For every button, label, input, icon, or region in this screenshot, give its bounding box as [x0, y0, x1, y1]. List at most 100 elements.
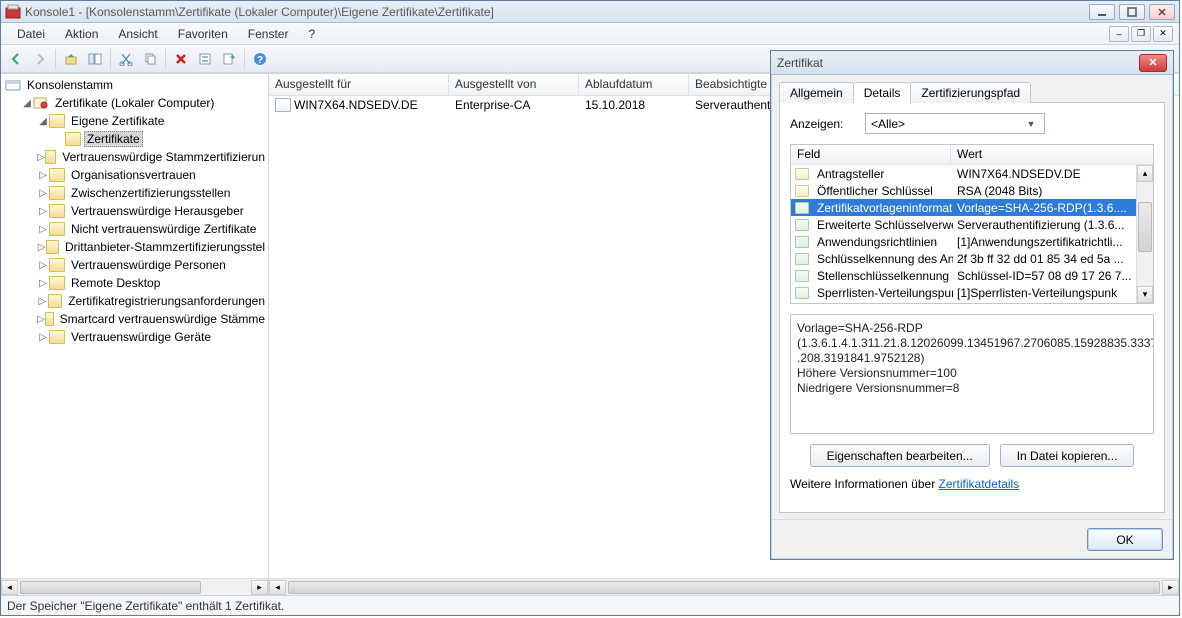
tree-own-certs[interactable]: ◢ Eigene Zertifikate — [37, 112, 268, 130]
tree-cert-root[interactable]: ◢ Zertifikate (Lokaler Computer) — [21, 94, 268, 112]
expand-icon[interactable]: ▷ — [37, 296, 48, 307]
dialog-button-row: Eigenschaften bearbeiten... In Datei kop… — [790, 444, 1154, 467]
mdi-close-button[interactable]: ✕ — [1153, 26, 1173, 42]
mdi-restore-button[interactable]: ❐ — [1131, 26, 1151, 42]
expand-icon[interactable]: ▷ — [37, 314, 45, 325]
show-select[interactable]: <Alle> ▼ — [865, 113, 1045, 134]
menu-ansicht[interactable]: Ansicht — [108, 25, 167, 43]
field-row[interactable]: Erweiterte Schlüsselverwen...Serverauthe… — [791, 216, 1153, 233]
collapse-icon[interactable]: ◢ — [37, 116, 49, 127]
col-wert[interactable]: Wert — [951, 145, 1153, 164]
tree-folder[interactable]: ▷Smartcard vertrauenswürdige Stämme — [37, 310, 268, 328]
scroll-thumb[interactable] — [20, 581, 201, 594]
expand-icon[interactable]: ▷ — [37, 170, 49, 181]
minimize-button[interactable] — [1089, 4, 1115, 20]
field-row[interactable]: Zertifikatvorlageninformatio...Vorlage=S… — [791, 199, 1153, 216]
titlebar[interactable]: Konsole1 - [Konsolenstamm\Zertifikate (L… — [1, 1, 1179, 23]
scroll-thumb[interactable] — [1138, 202, 1152, 252]
back-button[interactable] — [5, 48, 27, 70]
scroll-up-button[interactable]: ▴ — [1137, 165, 1153, 182]
tab-details[interactable]: Details — [853, 82, 912, 103]
field-row[interactable]: Schlüsselkennung des Antra...2f 3b ff 32… — [791, 250, 1153, 267]
scroll-down-button[interactable]: ▾ — [1137, 286, 1153, 303]
tree-folder[interactable]: ▷Zwischenzertifizierungsstellen — [37, 184, 268, 202]
delete-button[interactable] — [170, 48, 192, 70]
scroll-right-button[interactable]: ▸ — [1162, 580, 1179, 595]
expand-icon[interactable]: ▷ — [37, 188, 49, 199]
tree-folder[interactable]: ▷Organisationsvertrauen — [37, 166, 268, 184]
tab-allgemein[interactable]: Allgemein — [779, 82, 854, 103]
tree-folder[interactable]: ▷Vertrauenswürdige Herausgeber — [37, 202, 268, 220]
cut-button[interactable] — [115, 48, 137, 70]
cell-issued-by: Enterprise-CA — [449, 97, 579, 113]
col-issued-for[interactable]: Ausgestellt für — [269, 74, 449, 95]
tree-hscrollbar[interactable]: ◂ ▸ — [1, 578, 268, 595]
cell-issued-for: WIN7X64.NDSEDV.DE — [269, 97, 449, 114]
field-row[interactable]: Anwendungsrichtlinien[1]Anwendungszertif… — [791, 233, 1153, 250]
tree[interactable]: Konsolenstamm ◢ Zertifikate (Lokaler Com… — [1, 74, 268, 578]
statusbar: Der Speicher "Eigene Zertifikate" enthäl… — [1, 595, 1179, 615]
tree-folder[interactable]: ▷Vertrauenswürdige Stammzertifizierun — [37, 148, 268, 166]
help-button[interactable]: ? — [249, 48, 271, 70]
close-button[interactable] — [1149, 4, 1175, 20]
folder-icon — [49, 258, 65, 272]
menu-help[interactable]: ? — [298, 25, 325, 43]
tree-certificates[interactable]: Zertifikate — [53, 130, 268, 148]
show-hide-button[interactable] — [84, 48, 106, 70]
menu-datei[interactable]: Datei — [7, 25, 55, 43]
menu-fenster[interactable]: Fenster — [238, 25, 299, 43]
col-feld[interactable]: Feld — [791, 145, 951, 164]
tree-folder[interactable]: ▷Vertrauenswürdige Geräte — [37, 328, 268, 346]
field-list-vscrollbar[interactable]: ▴ ▾ — [1136, 165, 1153, 303]
menu-aktion[interactable]: Aktion — [55, 25, 108, 43]
expand-icon[interactable]: ▷ — [37, 332, 49, 343]
app-icon — [5, 4, 21, 20]
svg-text:?: ? — [257, 55, 263, 66]
list-hscrollbar[interactable]: ◂ ▸ — [269, 578, 1179, 595]
toolbar-separator — [244, 49, 245, 69]
tree-folder[interactable]: ▷Zertifikatregistrierungsanforderungen — [37, 292, 268, 310]
maximize-button[interactable] — [1119, 4, 1145, 20]
up-button[interactable] — [60, 48, 82, 70]
tree-folder[interactable]: ▷Nicht vertrauenswürdige Zertifikate — [37, 220, 268, 238]
tree-root[interactable]: Konsolenstamm — [5, 76, 268, 94]
forward-button[interactable] — [29, 48, 51, 70]
detail-textbox[interactable]: Vorlage=SHA-256-RDP (1.3.6.1.4.1.311.21.… — [790, 314, 1154, 434]
expand-icon[interactable]: ▷ — [37, 260, 49, 271]
col-issued-by[interactable]: Ausgestellt von — [449, 74, 579, 95]
export-button[interactable] — [218, 48, 240, 70]
col-expiry[interactable]: Ablaufdatum — [579, 74, 689, 95]
folder-icon — [46, 240, 59, 254]
mdi-minimize-button[interactable]: – — [1109, 26, 1129, 42]
field-list-body[interactable]: AntragstellerWIN7X64.NDSEDV.DEÖffentlich… — [791, 165, 1153, 303]
collapse-icon[interactable]: ◢ — [21, 98, 33, 109]
field-row[interactable]: Öffentlicher SchlüsselRSA (2048 Bits) — [791, 182, 1153, 199]
tab-zertifizierungspfad[interactable]: Zertifizierungspfad — [910, 82, 1031, 103]
edit-properties-button[interactable]: Eigenschaften bearbeiten... — [810, 444, 990, 467]
expand-icon[interactable]: ▷ — [37, 206, 49, 217]
expand-icon[interactable]: ▷ — [37, 224, 49, 235]
expand-icon[interactable]: ▷ — [37, 242, 46, 253]
copy-button[interactable] — [139, 48, 161, 70]
tree-folder[interactable]: ▷Vertrauenswürdige Personen — [37, 256, 268, 274]
scroll-thumb[interactable] — [288, 581, 1160, 594]
dialog-titlebar[interactable]: Zertifikat ✕ — [771, 51, 1173, 75]
more-info-text: Weitere Informationen über — [790, 477, 939, 491]
ok-button[interactable]: OK — [1087, 528, 1163, 551]
field-row[interactable]: AntragstellerWIN7X64.NDSEDV.DE — [791, 165, 1153, 182]
dialog-close-button[interactable]: ✕ — [1139, 54, 1167, 72]
properties-button[interactable] — [194, 48, 216, 70]
folder-icon — [49, 276, 65, 290]
copy-to-file-button[interactable]: In Datei kopieren... — [1000, 444, 1135, 467]
expand-icon[interactable]: ▷ — [37, 152, 45, 163]
field-row[interactable]: Sperrlisten-Verteilungspunkte[1]Sperrlis… — [791, 284, 1153, 301]
expand-icon[interactable]: ▷ — [37, 278, 49, 289]
tree-folder[interactable]: ▷Remote Desktop — [37, 274, 268, 292]
cert-details-link[interactable]: Zertifikatdetails — [939, 477, 1020, 491]
scroll-right-button[interactable]: ▸ — [251, 580, 268, 595]
menu-favoriten[interactable]: Favoriten — [168, 25, 238, 43]
scroll-left-button[interactable]: ◂ — [1, 580, 18, 595]
tree-folder[interactable]: ▷Drittanbieter-Stammzertifizierungsstel — [37, 238, 268, 256]
scroll-left-button[interactable]: ◂ — [269, 580, 286, 595]
field-row[interactable]: StellenschlüsselkennungSchlüssel-ID=57 0… — [791, 267, 1153, 284]
